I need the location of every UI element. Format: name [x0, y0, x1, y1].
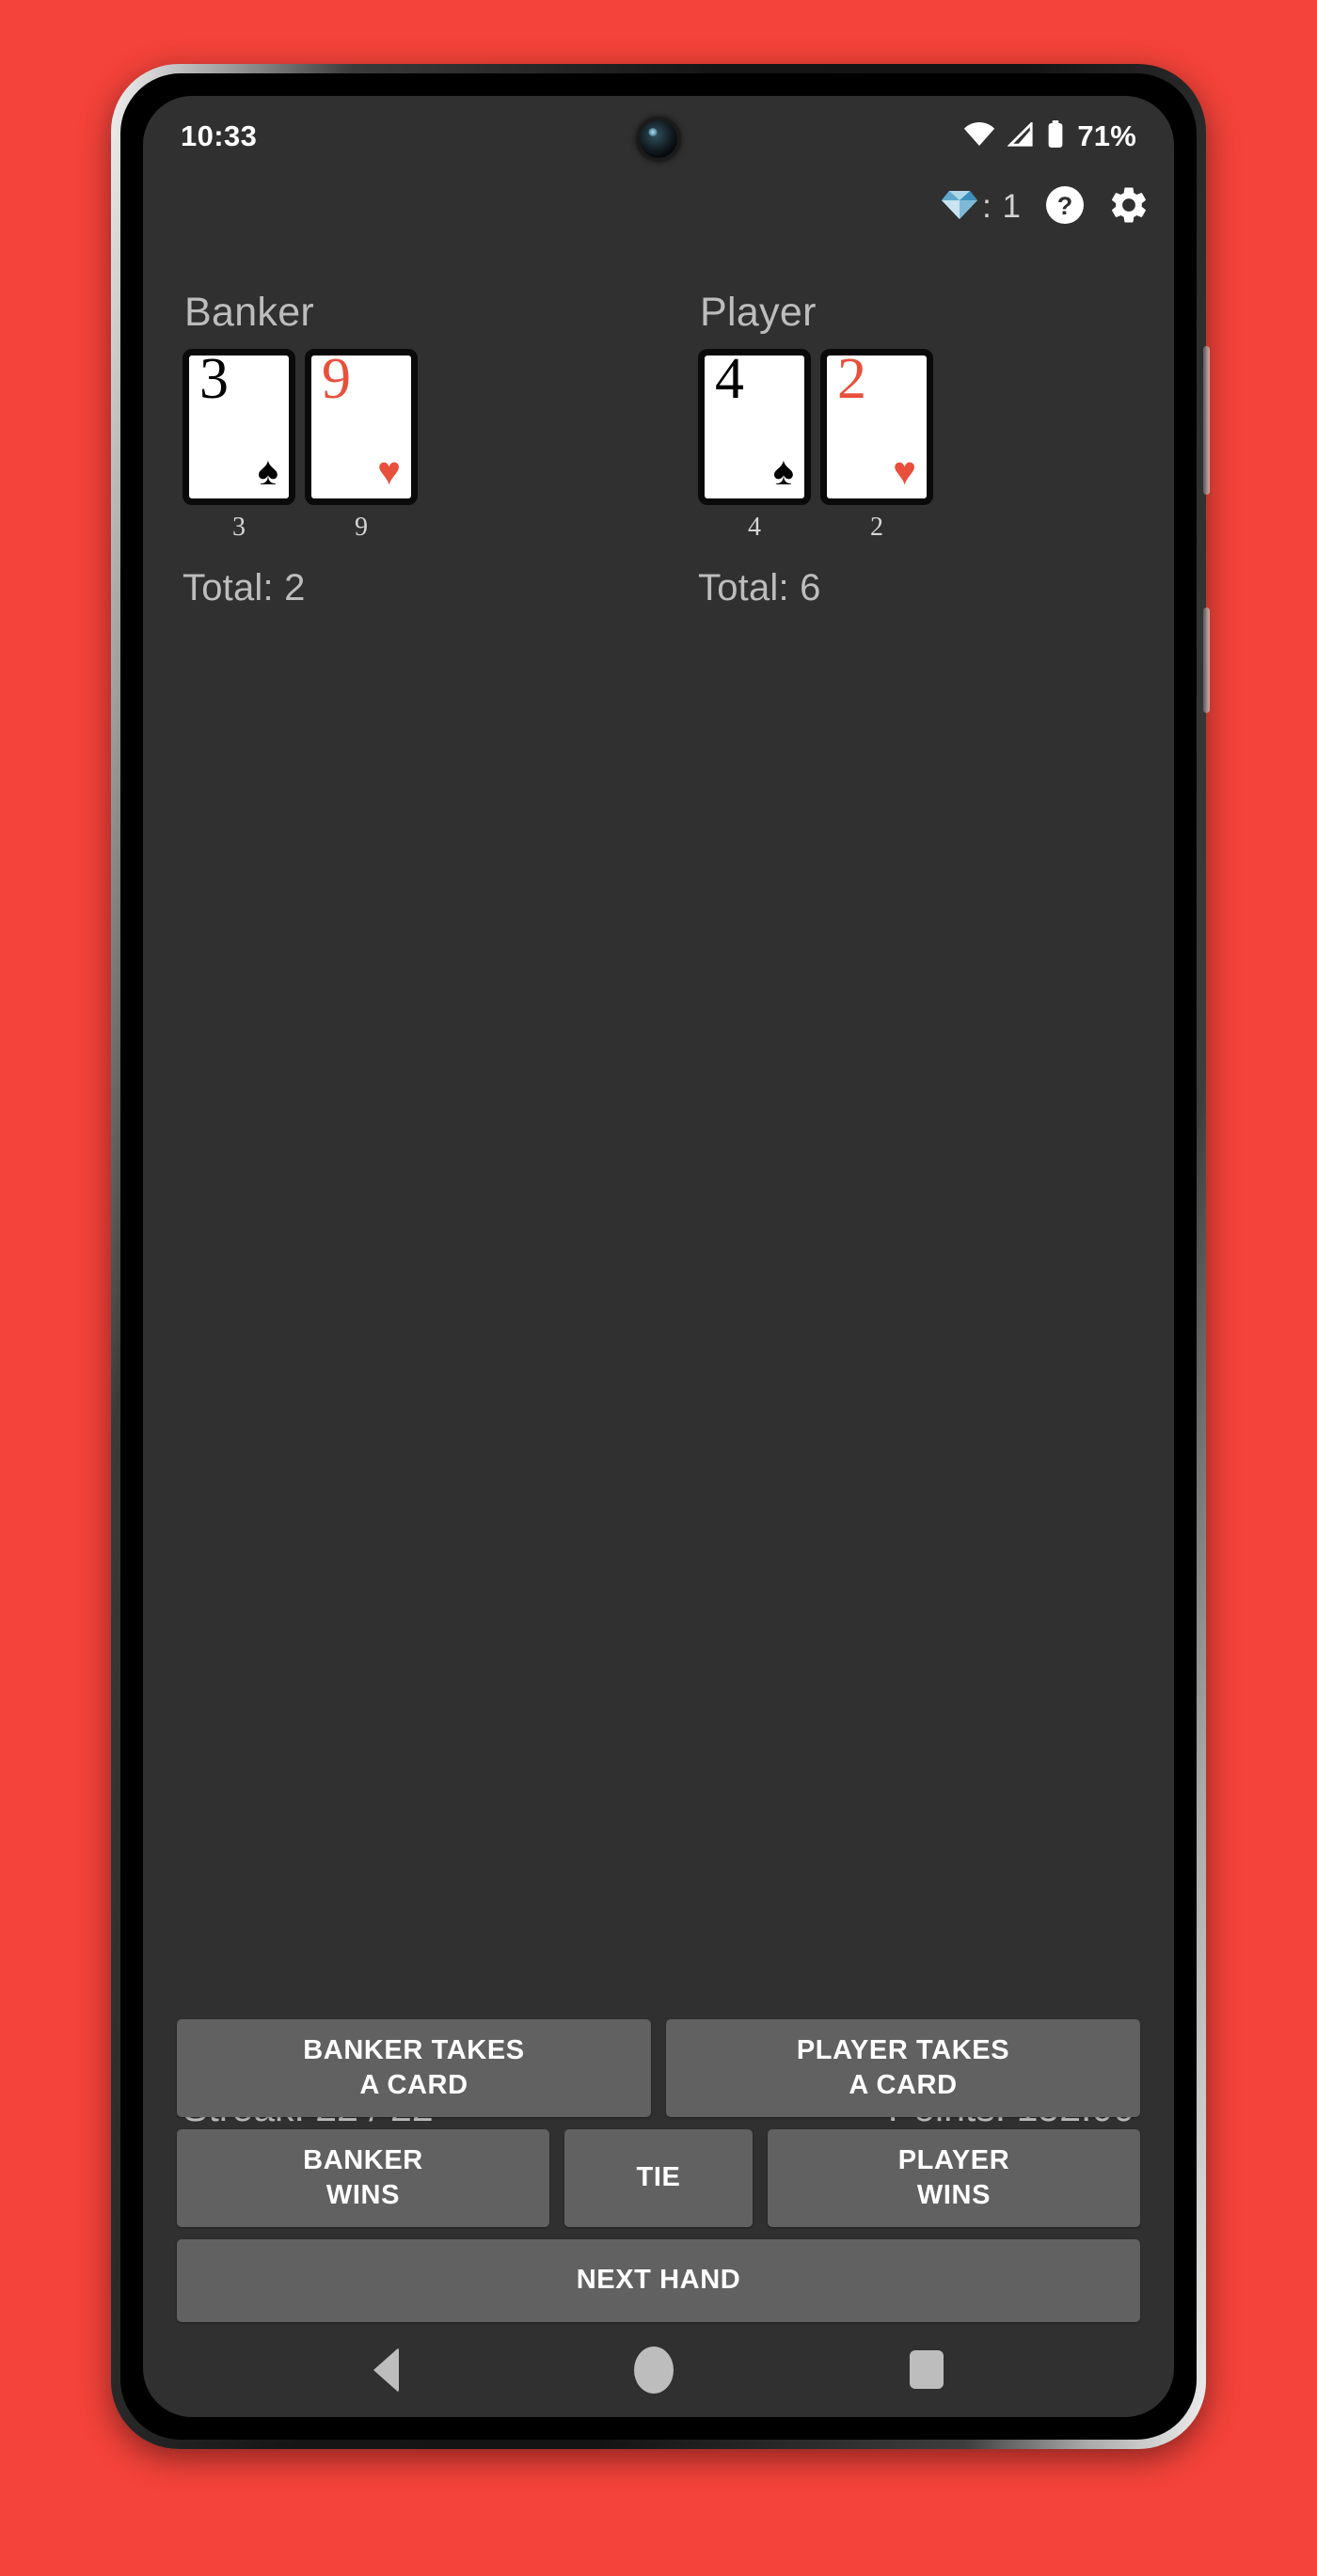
banker-card-2-value: 9 — [355, 513, 368, 542]
action-button-stack: BANKER TAKES A CARD PLAYER TAKES A CARD … — [143, 2019, 1174, 2322]
help-icon: ? — [1044, 184, 1086, 230]
hands-area: Banker 3 ♠ 3 9 ♥ 9 Total: 2 Player 4 ♠ 4… — [143, 290, 1174, 609]
banker-card-2[interactable]: 9 ♥ — [305, 349, 418, 505]
banker-total: Total: 2 — [182, 567, 306, 608]
status-bar: 10:33 71% — [143, 96, 1174, 177]
banker-card-1-value: 3 — [232, 513, 246, 542]
card-slot: 3 ♠ 3 — [182, 349, 295, 543]
banker-card-1[interactable]: 3 ♠ — [182, 349, 295, 505]
player-title: Player — [700, 290, 817, 335]
banker-hand: Banker 3 ♠ 3 9 ♥ 9 Total: 2 — [143, 290, 658, 609]
card-slot: 4 ♠ 4 — [698, 349, 811, 543]
card-rank: 4 — [715, 347, 744, 411]
diamond-icon — [941, 189, 978, 226]
status-bar-clock: 10:33 — [181, 119, 258, 152]
gem-counter[interactable]: : 1 — [941, 188, 1022, 226]
banker-title: Banker — [184, 290, 315, 335]
next-hand-button[interactable]: NEXT HAND — [177, 2239, 1140, 2322]
back-triangle-icon — [373, 2347, 400, 2393]
player-card-2-value: 2 — [870, 513, 883, 542]
next-hand-row: NEXT HAND — [177, 2239, 1140, 2322]
phone-screen: 10:33 71%: 1 ? Banker 3 ♠ 3 9 ♥ 9 Total… — [143, 96, 1174, 2417]
home-circle-icon — [634, 2346, 674, 2394]
phone-bezel: 10:33 71%: 1 ? Banker 3 ♠ 3 9 ♥ 9 Total… — [120, 73, 1197, 2440]
nav-back-button[interactable] — [373, 2347, 400, 2393]
nav-home-button[interactable] — [634, 2346, 674, 2394]
phone-frame: 10:33 71%: 1 ? Banker 3 ♠ 3 9 ♥ 9 Total… — [111, 64, 1210, 2449]
banker-wins-button[interactable]: BANKER WINS — [177, 2129, 549, 2227]
spade-icon: ♠ — [257, 449, 278, 493]
card-slot: 2 ♥ 2 — [820, 349, 933, 543]
outcome-row: BANKER WINS TIE PLAYER WINS — [177, 2129, 1140, 2227]
heart-icon: ♥ — [893, 449, 916, 493]
card-rank: 2 — [837, 347, 866, 411]
power-button[interactable] — [1203, 608, 1210, 713]
player-card-1[interactable]: 4 ♠ — [698, 349, 811, 505]
card-rank: 3 — [199, 347, 229, 411]
android-nav-bar — [143, 2322, 1174, 2417]
svg-text:?: ? — [1057, 192, 1073, 220]
banker-card-row: 3 ♠ 3 9 ♥ 9 — [182, 349, 658, 543]
recents-square-icon — [909, 2350, 944, 2389]
gem-count-label: : 1 — [982, 188, 1022, 225]
spade-icon: ♠ — [772, 449, 794, 493]
cell-signal-icon — [1007, 119, 1034, 151]
battery-icon — [1046, 119, 1065, 153]
banker-takes-a-card-button[interactable]: BANKER TAKES A CARD — [177, 2019, 651, 2117]
player-card-row: 4 ♠ 4 2 ♥ 2 — [698, 349, 1174, 543]
card-rank: 9 — [322, 347, 351, 411]
card-slot: 9 ♥ 9 — [305, 349, 418, 543]
gear-icon — [1107, 183, 1150, 231]
tie-button[interactable]: TIE — [564, 2129, 753, 2227]
nav-recents-button[interactable] — [909, 2350, 944, 2389]
status-bar-icons: 71% — [963, 119, 1136, 153]
player-card-1-value: 4 — [748, 513, 761, 542]
heart-icon: ♥ — [377, 449, 401, 493]
player-takes-a-card-button[interactable]: PLAYER TAKES A CARD — [666, 2019, 1140, 2117]
app-top-bar: : 1 ? — [941, 184, 1150, 230]
help-button[interactable]: ? — [1044, 184, 1086, 230]
player-wins-button[interactable]: PLAYER WINS — [768, 2129, 1140, 2227]
player-hand: Player 4 ♠ 4 2 ♥ 2 Total: 6 — [658, 290, 1174, 609]
takes-card-row: BANKER TAKES A CARD PLAYER TAKES A CARD — [177, 2019, 1140, 2117]
player-card-2[interactable]: 2 ♥ — [820, 349, 933, 505]
volume-button[interactable] — [1203, 346, 1210, 495]
wifi-icon — [963, 121, 995, 151]
battery-percent-label: 71% — [1077, 119, 1136, 152]
player-total: Total: 6 — [698, 567, 821, 608]
settings-button[interactable] — [1108, 186, 1150, 228]
